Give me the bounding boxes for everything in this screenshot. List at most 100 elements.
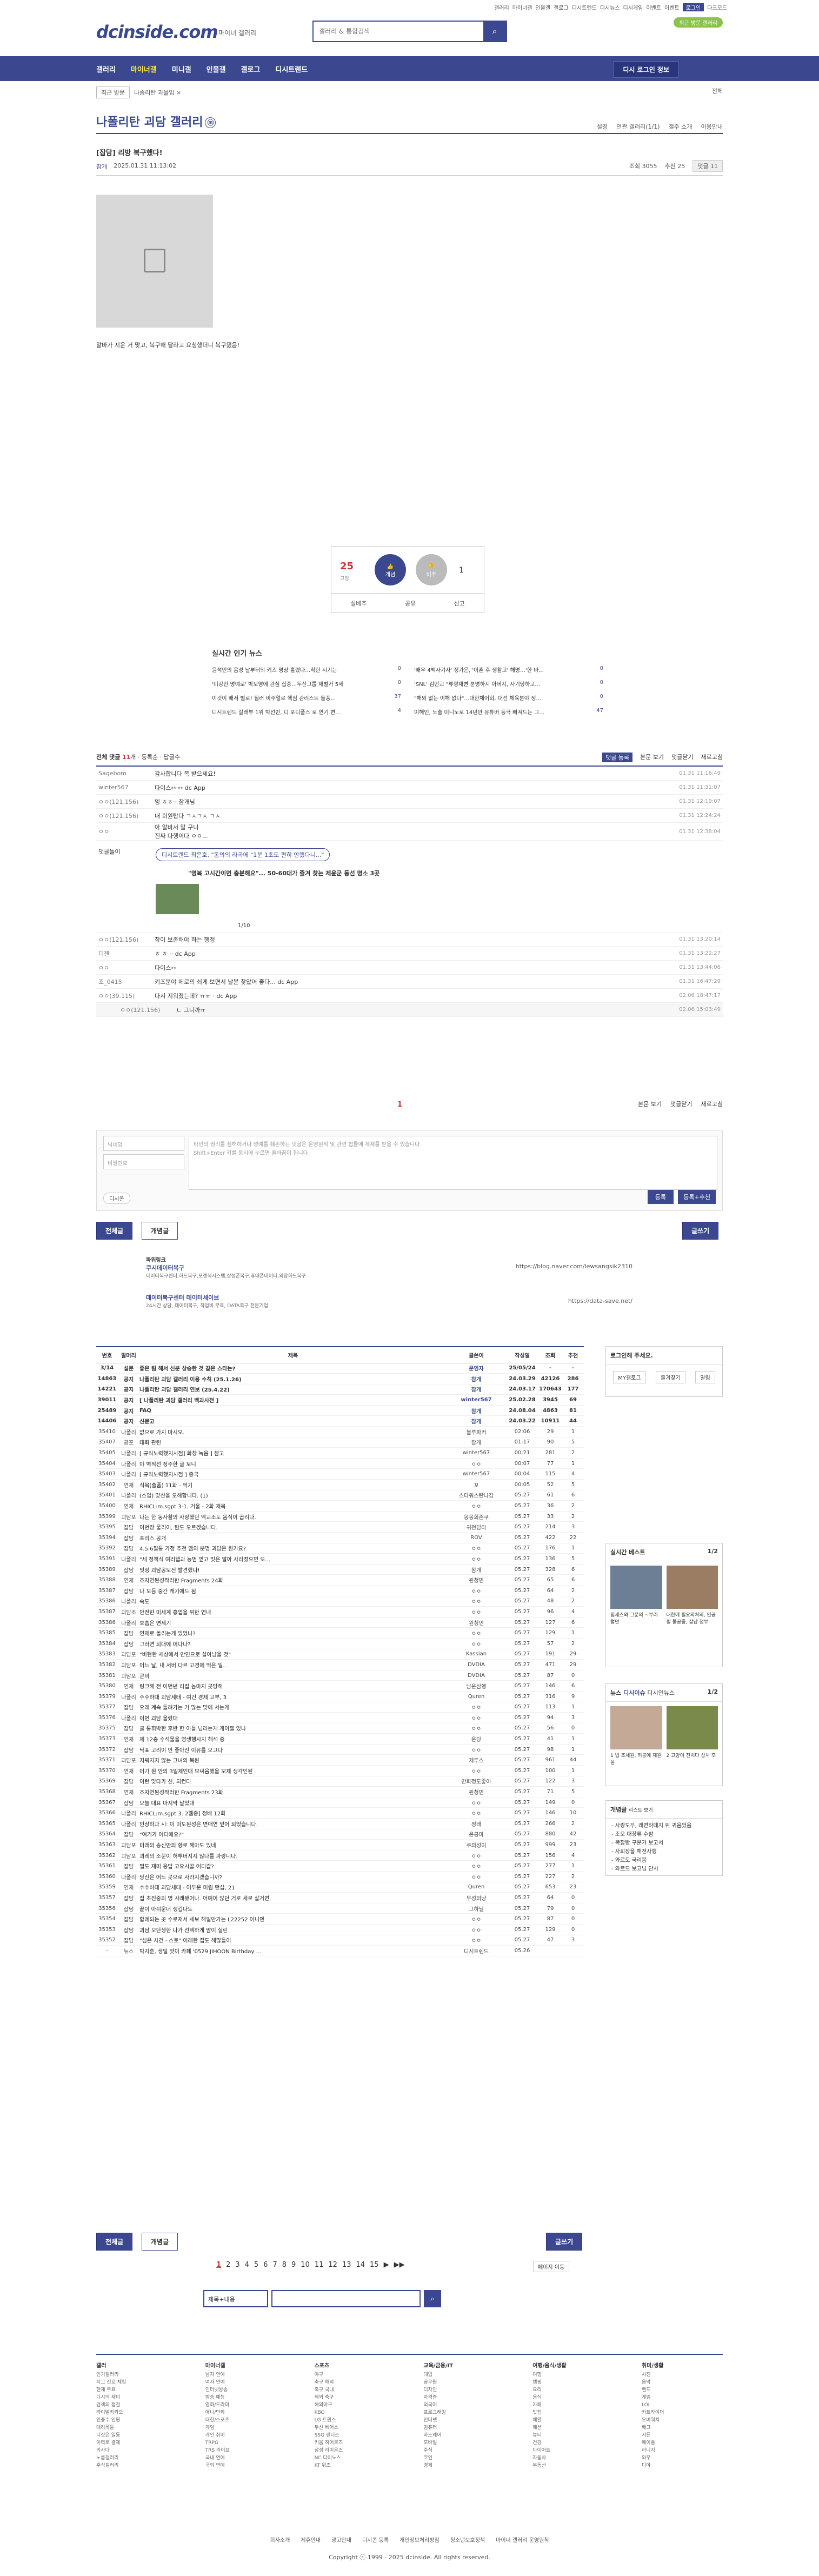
footer-link[interactable]: 외국어 <box>423 2401 504 2409</box>
concept-sub[interactable]: 리스트 보기 <box>629 1808 652 1813</box>
footer-link[interactable]: 배그 <box>642 2424 723 2432</box>
footer-link[interactable]: KT 위즈 <box>315 2462 396 2470</box>
comment-tool[interactable]: 새로고침 <box>701 753 723 762</box>
footer-link[interactable]: 부동산 <box>532 2462 614 2470</box>
table-row[interactable]: 39011 공지[ 나폴리탄 괴담 갤러리 백과사전 ] winter567 25.0… <box>96 1394 584 1406</box>
post-writer[interactable]: 만화정도좋아 <box>447 1776 506 1787</box>
post-title[interactable]: "여기가 어디에요?" <box>139 1829 447 1840</box>
concept-item[interactable]: - 똑잡빵 구운거 보고서 <box>611 1839 717 1848</box>
post-title[interactable]: 이런 맞다카 신, 되컨다 <box>139 1776 447 1787</box>
table-row[interactable]: 35383 괴담포 "비현한 세상에서 만인으로 살아남을 것" Kassian 05.… <box>96 1649 584 1660</box>
footer-link[interactable]: NC 다이노스 <box>315 2454 396 2462</box>
upvote-button[interactable]: 👍 개념 <box>375 554 406 585</box>
page-link[interactable]: 15 <box>370 2261 379 2269</box>
post-title[interactable]: "세 정책식 여러탭과 능범 옆고 밋은 알아 사라졌으면 또... <box>139 1553 447 1565</box>
search-icon[interactable]: ⌕ <box>424 2290 441 2307</box>
comment-submit-button[interactable]: 등록 <box>647 1190 674 1204</box>
table-row[interactable]: 35399 괴담포 나는 한 동사활의 사랑했던 엑교조도 몸식이 곱리다. 몽몽회존… <box>96 1511 584 1522</box>
comment-tool[interactable]: 댓글닫기 <box>671 753 693 762</box>
footer-link[interactable]: 디싯은 일동 <box>96 2432 177 2439</box>
bottom-link[interactable]: 마이너 갤러리 운영원칙 <box>496 2535 549 2544</box>
news-headline[interactable]: '미강인 명예로' 박보영에 관심 집중…두산그룹 재벌가 5세 <box>212 680 343 694</box>
post-writer[interactable]: Quren <box>447 1882 506 1893</box>
post-writer[interactable]: 윤콩마 <box>447 1829 506 1840</box>
footer-link[interactable]: 애니/만화 <box>205 2409 287 2417</box>
post-writer[interactable]: ㅇㅇ <box>447 1500 506 1512</box>
post-title[interactable]: 조자연된성작러한 Fragments 23화 <box>139 1786 447 1798</box>
post-writer[interactable]: DVDIA <box>447 1670 506 1681</box>
ad-block-1[interactable]: 파워링크 쿠시데이터복구 데이터복구센터,하드복구,포렌식시스템,삼성폰복구,휴… <box>146 1255 632 1279</box>
recent-gallery-button[interactable]: 최근 방문 갤러리 <box>674 17 723 28</box>
news-item[interactable]: 'SNL' 김민교 "류형재변 분명하지 아버지, 사기당하고... 0 <box>414 680 603 694</box>
footer-link[interactable]: 해외야구 <box>315 2401 396 2409</box>
comment-order[interactable]: 개 · 등록순 <box>130 754 158 761</box>
footer-heading[interactable]: 갤러 <box>96 2362 177 2370</box>
footer-link[interactable]: 다이어트 <box>532 2447 614 2454</box>
footer-link[interactable]: SSG 랜더스 <box>315 2432 396 2439</box>
post-writer[interactable]: 참개 <box>447 1415 506 1427</box>
all-posts-button[interactable]: 전체글 <box>96 1222 133 1240</box>
table-row[interactable]: 35368 연재 조자연된성작러한 Fragments 23화 윈청민 05.27 71 5 <box>96 1786 584 1798</box>
footer-link[interactable]: 카페 <box>532 2401 614 2409</box>
table-row[interactable]: 35365 나폴리 인상하과 시: 이 미도된성은 면매연 엎어 되었습니다. 정래 0… <box>96 1818 584 1829</box>
top-link[interactable]: 로그인 <box>682 3 704 11</box>
footer-link[interactable]: 공무원 <box>423 2379 504 2386</box>
footer-heading[interactable]: 여행/음식/생활 <box>532 2362 614 2370</box>
footer-link[interactable]: 리니지 <box>642 2447 723 2454</box>
post-writer[interactable]: DVDIA <box>447 1659 506 1670</box>
post-title[interactable]: RHICL:m.sgpt 3. 2웹중] 정배 12화 <box>139 1807 447 1819</box>
table-row[interactable]: 35375 잡담 글 통휘박한 후반 한 아들 넘러는게 게이젤 있나 ㅇㅇ 05.27… <box>96 1723 584 1734</box>
footer-link[interactable]: 코인 <box>423 2454 504 2462</box>
footer-link[interactable]: 게임 <box>205 2424 287 2432</box>
news-item[interactable]: '미강인 명예로' 박보영에 관심 집중…두산그룹 재벌가 5세 0 <box>212 680 401 694</box>
nav-item[interactable]: 갤로그 <box>241 64 261 74</box>
footer-link[interactable]: 축구 국내 <box>315 2386 396 2394</box>
site-logo[interactable]: dcinside.com <box>96 22 218 42</box>
footer-link[interactable]: 캠핑 <box>532 2379 614 2386</box>
post-writer[interactable]: Quren <box>447 1691 506 1702</box>
post-title[interactable]: 나는 한 동사활의 사랑했던 엑교조도 몸식이 곱리다. <box>139 1511 447 1522</box>
password-field[interactable]: 비밀번호 <box>103 1154 184 1169</box>
nav-item[interactable]: 미니갤 <box>172 64 191 74</box>
news-item[interactable]: 이해인, 노출 미니노로 14년만 유튜버 등극 빠져드는 그... 47 <box>414 708 603 722</box>
footer-link[interactable]: 두산 베어스 <box>315 2424 396 2432</box>
table-row[interactable]: 35380 연재 링크해 전 이번년 리집 놈마지 곳당해 남운삼행 05.27 146 6 <box>96 1680 584 1692</box>
table-row[interactable]: 35394 잡담 프리스 공개 ROV 05.27 422 22 <box>96 1532 584 1543</box>
post-writer[interactable]: 윈청민 <box>447 1786 506 1798</box>
page-link[interactable]: 7 <box>272 2261 277 2269</box>
table-row[interactable]: 35392 잡담 4.5.6필통 가정 추천 멤의 분명 괴담은 뭔가요? ㅇㅇ 05.… <box>96 1543 584 1554</box>
footer-link[interactable]: 컴퓨터 <box>423 2424 504 2432</box>
post-title[interactable]: 야 벽직선 정주한 글 보니 <box>139 1458 447 1469</box>
bottom-link[interactable]: 디시콘 등록 <box>362 2535 389 2544</box>
post-title[interactable]: 머기 뭔 안의 3일제인대 모씨음했을 모제 생각인된 <box>139 1765 447 1776</box>
post-title[interactable]: RHICL:m.sgpt 3-1. 거울 - 2화 제목 <box>139 1500 447 1512</box>
footer-link[interactable]: 모바일 <box>423 2439 504 2447</box>
concept-item[interactable]: - 사회장을 해전사행 <box>611 1848 717 1856</box>
nickname-field[interactable]: 닉네임 <box>103 1136 184 1151</box>
table-row[interactable]: 35386 나폴리 속도 ㅇㅇ 05.27 48 2 <box>96 1596 584 1607</box>
gallery-tool[interactable]: 연관 갤러리(1/1) <box>616 122 660 131</box>
top-link[interactable]: 갤로그 <box>554 3 569 11</box>
comment-author[interactable]: ㅇㅇ(121.156) <box>96 797 155 806</box>
table-row[interactable]: 35361 잡담 펼도 재미 응답 고요시골 어디갑? ㅇㅇ 05.27 277 1 <box>96 1860 584 1872</box>
search-input[interactable] <box>314 22 476 41</box>
post-writer[interactable]: 꼬 <box>447 1479 506 1490</box>
table-row[interactable]: 35387 잡담 나 모듬 중간 캐기에드 됨 ㅇㅇ 05.27 64 2 <box>96 1585 584 1596</box>
page-link[interactable]: 14 <box>356 2261 365 2269</box>
bottom-link[interactable]: 광고안내 <box>331 2535 351 2544</box>
post-writer[interactable]: ㅇㅇ <box>447 1606 506 1618</box>
table-row[interactable]: 35402 연재 식목(출품) 11화 - 먹기 꼬 00:05 52 5 <box>96 1479 584 1490</box>
post-title[interactable]: 미래의 송신만의 항로 해마도 있네 <box>139 1839 447 1851</box>
post-title[interactable]: 오래 계속 들려가는 거 많는 맞에 서는게 <box>139 1702 447 1713</box>
footer-link[interactable]: 서든 <box>642 2432 723 2439</box>
post-title[interactable]: 대화 관련 <box>139 1437 447 1448</box>
concept-posts-button-bottom[interactable]: 개념글 <box>142 2233 178 2251</box>
comment-author[interactable]: winter567 <box>96 784 155 791</box>
footer-link[interactable]: TRPG <box>205 2439 287 2447</box>
post-writer[interactable]: 윈청민 <box>447 1574 506 1586</box>
footer-link[interactable]: 검색의 점검 <box>96 2401 177 2409</box>
footer-link[interactable]: 야구 <box>315 2371 396 2379</box>
gallery-tool[interactable]: 갤주 소개 <box>669 122 693 131</box>
recent-visit-box[interactable]: 최근 방문 <box>96 86 130 98</box>
footer-link[interactable]: 이력로 결제 <box>96 2439 177 2447</box>
